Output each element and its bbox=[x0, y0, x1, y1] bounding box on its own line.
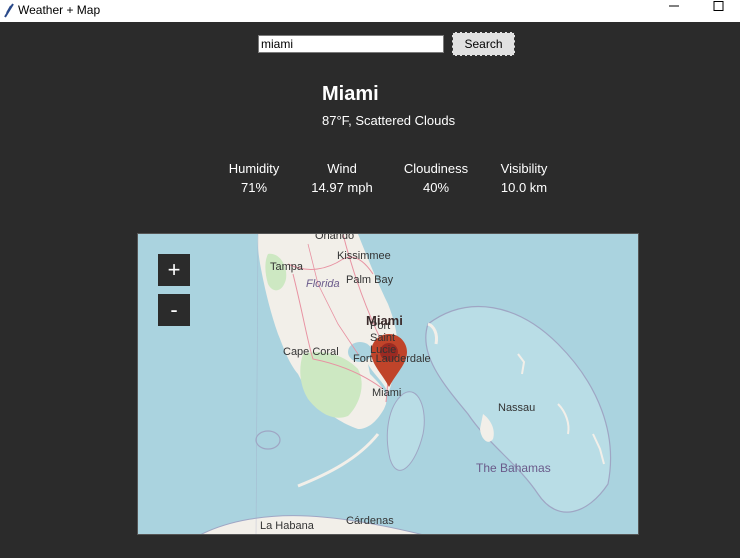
stat-value: 71% bbox=[240, 180, 268, 195]
map-label-tampa: Tampa bbox=[270, 261, 304, 273]
window-title: Weather + Map bbox=[18, 3, 101, 17]
stat-value: 40% bbox=[422, 180, 450, 195]
stat-wind: Wind 14.97 mph bbox=[307, 161, 377, 195]
maximize-icon[interactable] bbox=[705, 0, 733, 22]
stat-cloudiness: Cloudiness 40% bbox=[401, 161, 471, 195]
map-label-cardenas: Cárdenas bbox=[346, 515, 394, 527]
stat-label: Humidity bbox=[228, 161, 280, 176]
title-bar: Weather + Map bbox=[0, 0, 740, 22]
map-label-kissimmee: Kissimmee bbox=[337, 250, 391, 262]
map-view[interactable]: + - Orlando Tampa Kissimmee Florida Palm… bbox=[137, 233, 639, 535]
search-button[interactable]: Search bbox=[452, 32, 515, 56]
stat-value: 10.0 km bbox=[500, 180, 548, 195]
map-label-bahamas: The Bahamas bbox=[476, 461, 551, 475]
map-label-fort-lauderdale: Fort Lauderdale bbox=[353, 353, 431, 365]
search-input[interactable] bbox=[258, 35, 444, 53]
map-label-cape-coral: Cape Coral bbox=[283, 346, 339, 358]
feather-icon bbox=[4, 3, 14, 18]
stat-label: Cloudiness bbox=[403, 161, 469, 176]
weather-summary: 87°F, Scattered Clouds bbox=[322, 113, 456, 128]
city-name: Miami bbox=[322, 83, 379, 105]
map-label-la-habana: La Habana bbox=[260, 520, 314, 532]
stat-humidity: Humidity 71% bbox=[226, 161, 282, 195]
zoom-in-button[interactable]: + bbox=[158, 254, 190, 286]
map-label-miami: Miami bbox=[372, 387, 402, 399]
stat-label: Wind bbox=[327, 161, 357, 176]
minimize-icon[interactable] bbox=[660, 0, 688, 22]
stat-value: 14.97 mph bbox=[311, 180, 373, 195]
map-label-florida: Florida bbox=[306, 278, 340, 290]
map-label-nassau: Nassau bbox=[498, 402, 536, 414]
map-label-palm-bay: Palm Bay bbox=[346, 274, 394, 286]
zoom-out-button[interactable]: - bbox=[158, 294, 190, 326]
map-label-orlando: Orlando bbox=[315, 233, 355, 242]
stat-visibility: Visibility 10.0 km bbox=[495, 161, 553, 195]
stat-label: Visibility bbox=[500, 161, 548, 176]
marker-label: Miami bbox=[366, 313, 403, 328]
